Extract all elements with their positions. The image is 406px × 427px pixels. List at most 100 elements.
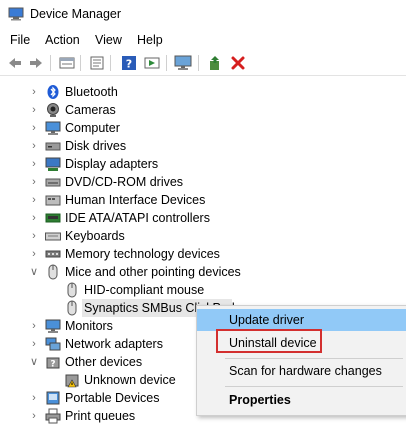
properties-label: Properties <box>229 393 291 407</box>
tree-item-label: Bluetooth <box>65 85 118 99</box>
mouse-icon <box>67 300 77 316</box>
tree-item-label: Monitors <box>65 319 113 333</box>
tree-item-label: Cameras <box>65 103 116 117</box>
tree-item-bluetooth[interactable]: › Bluetooth <box>0 83 406 101</box>
chevron-right-icon[interactable]: › <box>29 409 39 423</box>
toolbar-separator <box>110 55 111 71</box>
chevron-right-icon[interactable]: › <box>29 139 39 153</box>
camera-icon <box>47 103 59 117</box>
forward-arrow-icon[interactable] <box>27 54 45 72</box>
chevron-right-icon[interactable]: › <box>29 175 39 189</box>
network-adapter-icon <box>45 337 61 351</box>
chevron-right-icon[interactable]: › <box>29 121 39 135</box>
tree-item-computer[interactable]: › Computer <box>0 119 406 137</box>
update-driver-label: Update driver <box>229 313 305 327</box>
toolbar-separator <box>50 55 51 71</box>
window-title: Device Manager <box>30 7 122 21</box>
chevron-right-icon[interactable]: › <box>29 103 39 117</box>
monitor-icon[interactable] <box>174 54 192 72</box>
tree-item-memory-devices[interactable]: › Memory technology devices <box>0 245 406 263</box>
mouse-icon <box>67 282 77 298</box>
memory-icon <box>45 250 61 258</box>
keyboard-icon <box>45 232 61 241</box>
chevron-right-icon[interactable]: › <box>29 157 39 171</box>
tree-item-label: Unknown device <box>84 373 176 387</box>
toolbar-separator <box>166 55 167 71</box>
back-arrow-icon[interactable] <box>6 54 24 72</box>
tree-item-label: Mice and other pointing devices <box>65 265 241 279</box>
menu-view[interactable]: View <box>95 33 122 47</box>
tree-item-label: Keyboards <box>65 229 125 243</box>
properties-item[interactable]: Properties <box>197 389 406 411</box>
tree-item-cameras[interactable]: › Cameras <box>0 101 406 119</box>
title-bar: Device Manager <box>0 0 406 30</box>
show-hidden-icon[interactable] <box>58 54 76 72</box>
tree-item-label: Network adapters <box>65 337 163 351</box>
tree-item-label: Memory technology devices <box>65 247 220 261</box>
menu-bar: File Action View Help <box>0 30 406 50</box>
tree-item-ide-controllers[interactable]: › IDE ATA/ATAPI controllers <box>0 209 406 227</box>
tree-item-label: IDE ATA/ATAPI controllers <box>65 211 210 225</box>
disk-drive-icon <box>45 142 61 151</box>
tree-item-label: Display adapters <box>65 157 159 171</box>
uninstall-x-icon[interactable] <box>229 54 247 72</box>
toolbar: ? <box>0 51 406 76</box>
tree-item-hid-mouse[interactable]: HID-compliant mouse <box>0 281 406 299</box>
monitor-icon <box>45 319 61 333</box>
tree-item-display-adapters[interactable]: › Display adapters <box>0 155 406 173</box>
menu-help[interactable]: Help <box>137 33 163 47</box>
tree-item-label: Disk drives <box>65 139 127 153</box>
menu-action[interactable]: Action <box>45 33 80 47</box>
context-menu: Update driver Uninstall device Scan for … <box>196 305 406 416</box>
tree-item-label: HID-compliant mouse <box>84 283 205 297</box>
annotation-highlight-box <box>216 329 322 353</box>
tree-item-mice[interactable]: ∨ Mice and other pointing devices <box>0 263 406 281</box>
portable-device-icon <box>46 391 60 405</box>
chevron-down-icon[interactable]: ∨ <box>29 355 39 369</box>
tree-item-dvd-drives[interactable]: › DVD/CD-ROM drives <box>0 173 406 191</box>
tree-item-hid[interactable]: › Human Interface Devices <box>0 191 406 209</box>
chevron-right-icon[interactable]: › <box>29 391 39 405</box>
ide-controller-icon <box>45 213 61 223</box>
chevron-right-icon[interactable]: › <box>29 337 39 351</box>
svg-text:?: ? <box>126 58 132 71</box>
svg-text:?: ? <box>50 360 55 370</box>
menu-separator <box>225 386 403 387</box>
toolbar-separator <box>80 55 81 71</box>
dvd-drive-icon <box>45 178 61 187</box>
add-driver-icon[interactable] <box>206 54 224 72</box>
tree-item-keyboards[interactable]: › Keyboards <box>0 227 406 245</box>
chevron-right-icon[interactable]: › <box>29 211 39 225</box>
chevron-down-icon[interactable]: ∨ <box>29 265 39 279</box>
tree-item-label: Computer <box>65 121 120 135</box>
scan-hardware-label: Scan for hardware changes <box>229 364 382 378</box>
tree-item-label: Other devices <box>65 355 143 369</box>
tree-item-label: Human Interface Devices <box>65 193 206 207</box>
chevron-right-icon[interactable]: › <box>29 247 39 261</box>
update-driver-item[interactable]: Update driver <box>197 309 406 331</box>
chevron-right-icon[interactable]: › <box>29 193 39 207</box>
tree-item-label: Portable Devices <box>65 391 160 405</box>
chevron-right-icon[interactable]: › <box>29 319 39 333</box>
computer-icon <box>45 121 61 135</box>
hid-icon <box>45 195 61 206</box>
device-manager-icon <box>8 7 24 21</box>
help-icon[interactable]: ? <box>120 54 138 72</box>
toolbar-separator <box>198 55 199 71</box>
tree-item-disk-drives[interactable]: › Disk drives <box>0 137 406 155</box>
tree-item-label: DVD/CD-ROM drives <box>65 175 184 189</box>
chevron-right-icon[interactable]: › <box>29 229 39 243</box>
menu-separator <box>225 358 403 359</box>
menu-file[interactable]: File <box>10 33 30 47</box>
chevron-right-icon[interactable]: › <box>29 85 39 99</box>
run-icon[interactable] <box>143 54 161 72</box>
other-devices-icon: ? <box>46 357 60 370</box>
display-adapter-icon <box>45 157 61 171</box>
scan-hardware-item[interactable]: Scan for hardware changes <box>197 360 406 382</box>
warning-icon <box>65 374 79 388</box>
mouse-icon <box>48 264 58 280</box>
bluetooth-icon <box>47 85 59 99</box>
properties-sheet-icon[interactable] <box>88 54 106 72</box>
tree-item-label: Print queues <box>65 409 136 423</box>
printer-icon <box>45 408 61 424</box>
